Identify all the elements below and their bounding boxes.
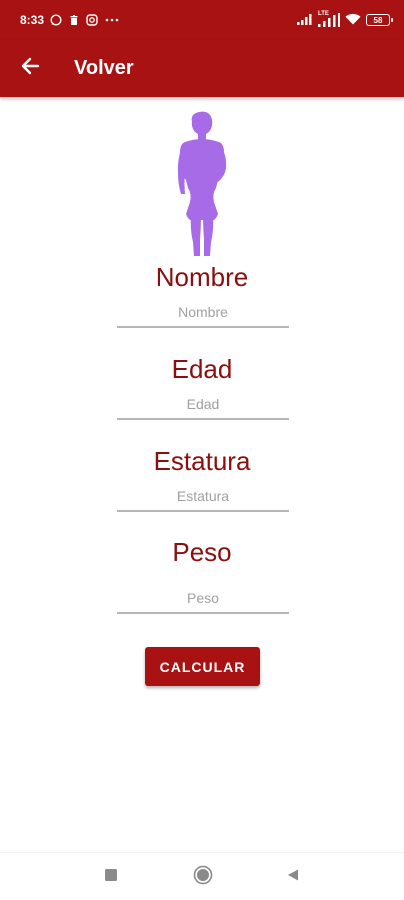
lte-signal-icon: LTE <box>318 11 340 27</box>
estatura-input[interactable] <box>117 482 289 512</box>
nombre-label: Nombre <box>155 262 249 292</box>
estatura-label: Estatura <box>153 446 251 476</box>
more-icon <box>104 14 120 26</box>
app-bar: Volver <box>0 40 404 97</box>
system-nav-bar <box>0 852 404 900</box>
recents-button[interactable] <box>91 853 131 900</box>
peso-label: Peso <box>172 537 232 567</box>
female-silhouette-icon <box>172 110 232 258</box>
status-right: LTE 58 <box>297 11 393 28</box>
back-triangle-icon <box>286 868 300 887</box>
edad-input[interactable] <box>117 390 289 420</box>
battery-level: 58 <box>373 15 383 25</box>
status-left: 8:33 <box>20 13 120 27</box>
battery-icon: 58 <box>366 14 393 26</box>
wifi-icon <box>345 13 361 28</box>
peso-input[interactable] <box>117 584 289 614</box>
system-back-button[interactable] <box>273 853 313 900</box>
instagram-icon <box>86 14 98 26</box>
home-icon <box>193 865 213 890</box>
nombre-input[interactable] <box>117 298 289 328</box>
back-button[interactable] <box>0 40 60 97</box>
edad-label: Edad <box>171 354 233 384</box>
recents-icon <box>104 868 118 887</box>
whatsapp-icon <box>50 14 62 26</box>
app-bar-title: Volver <box>74 57 134 79</box>
signal-icon <box>297 13 313 28</box>
trash-icon <box>68 14 80 26</box>
calcular-button[interactable]: CALCULAR <box>145 647 260 686</box>
status-bar: 8:33 LTE 58 <box>0 0 404 40</box>
status-time: 8:33 <box>20 13 45 27</box>
home-button[interactable] <box>183 853 223 900</box>
arrow-left-icon <box>20 56 40 81</box>
